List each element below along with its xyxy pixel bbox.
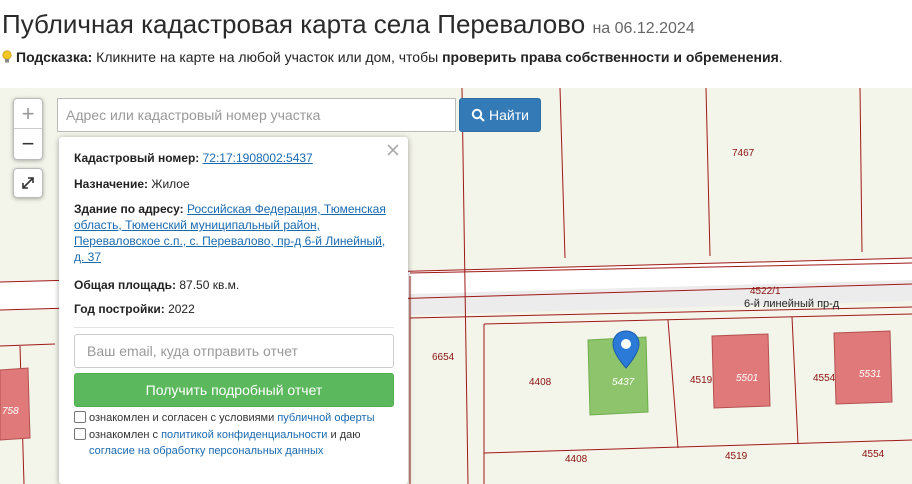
email-input[interactable]: [74, 334, 394, 368]
year-label: Год постройки:: [74, 302, 165, 316]
data-processing-link[interactable]: согласие на обработку персональных данны…: [89, 445, 323, 457]
address-label: Здание по адресу:: [74, 202, 184, 216]
fullscreen-button[interactable]: [13, 168, 43, 198]
hint-text: Кликните на карте на любой участок или д…: [92, 49, 443, 65]
data-processing-consent: согласие на обработку персональных данны…: [89, 443, 323, 459]
search-button[interactable]: Найти: [459, 98, 541, 132]
address-row: Здание по адресу: Российская Федерация, …: [74, 201, 394, 265]
expand-icon: [22, 177, 34, 189]
search-button-label: Найти: [489, 107, 529, 123]
zoom-in-button[interactable]: +: [14, 99, 42, 129]
parcel-label-4408-top: 4408: [529, 377, 552, 388]
hint-bold: проверить права собственности и обремене…: [442, 49, 779, 65]
purpose-row: Назначение: Жилое: [74, 176, 394, 192]
privacy-consent-text-2: и даю: [327, 429, 361, 441]
title-text: Публичная кадастровая карта села Перевал…: [2, 9, 586, 39]
privacy-consent-text: ознакомлен с: [89, 429, 162, 441]
hint-label: Подсказка:: [16, 49, 93, 65]
parcel-label-6654: 6654: [432, 352, 455, 363]
search-input[interactable]: [57, 98, 456, 132]
cad-number-label: Кадастровый номер:: [74, 151, 200, 165]
parcel-label-4519-bottom: 4519: [725, 451, 748, 462]
parcel-label-7467: 7467: [732, 148, 755, 159]
parcel-label-4519-top: 4519: [690, 375, 713, 386]
privacy-policy-link[interactable]: политикой конфиденциальности: [161, 429, 327, 441]
offer-consent-text: ознакомлен и согласен с условиями: [89, 412, 278, 424]
hint-end: .: [778, 49, 783, 65]
zoom-control: + −: [13, 98, 43, 160]
parcel-label-4522: 4522/1: [750, 286, 781, 297]
parcel-label-5531: 5531: [859, 369, 882, 380]
get-report-button[interactable]: Получить подробный отчет: [74, 373, 394, 407]
hint-line: Подсказка: Кликните на карте на любой уч…: [2, 47, 783, 67]
offer-link[interactable]: публичной оферты: [277, 412, 374, 424]
cad-number-link[interactable]: 72:17:1908002:5437: [203, 151, 313, 165]
street-label: 6-й линейный пр-д: [744, 298, 840, 310]
parcel-label-4408-bottom: 4408: [565, 454, 588, 465]
search-icon: [471, 108, 485, 122]
privacy-checkbox[interactable]: [74, 428, 86, 440]
zoom-out-button[interactable]: −: [14, 129, 42, 159]
popup-divider: [74, 327, 394, 328]
parcel-label-4554-top: 4554: [813, 373, 836, 384]
lightbulb-icon: [2, 50, 12, 63]
purpose-label: Назначение:: [74, 177, 149, 191]
parcel-label-4554-bottom: 4554: [862, 449, 885, 460]
offer-checkbox[interactable]: [74, 411, 86, 423]
year-row: Год постройки: 2022: [74, 301, 394, 317]
title-date: на 06.12.2024: [592, 20, 695, 37]
page: { "header": { "title": "Публичная кадаст…: [0, 0, 912, 484]
cad-number-row: Кадастровый номер: 72:17:1908002:5437: [74, 150, 394, 166]
parcel-label-758: 758: [2, 406, 19, 417]
year-value: 2022: [168, 302, 195, 316]
page-title: Публичная кадастровая карта села Перевал…: [2, 4, 695, 49]
area-label: Общая площадь:: [74, 278, 177, 292]
offer-consent: ознакомлен и согласен с условиями публич…: [74, 410, 375, 426]
purpose-value: Жилое: [151, 177, 190, 191]
parcel-label-5437: 5437: [612, 377, 635, 388]
parcel-label-5501: 5501: [736, 373, 759, 384]
area-value: 87.50 кв.м.: [179, 278, 240, 292]
parcel-popup: Кадастровый номер: 72:17:1908002:5437 На…: [59, 137, 408, 484]
map-marker-icon[interactable]: [612, 330, 640, 370]
area-row: Общая площадь: 87.50 кв.м.: [74, 277, 394, 293]
privacy-consent: ознакомлен с политикой конфиденциальност…: [74, 427, 360, 443]
